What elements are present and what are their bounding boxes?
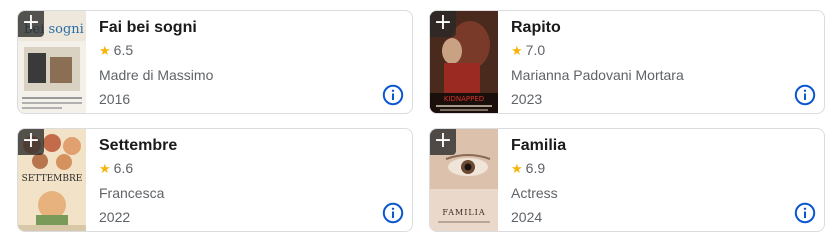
film-rating: ★ 6.5 — [99, 40, 372, 62]
poster-title-text: KIDNAPPED — [444, 95, 484, 103]
film-card[interactable]: FAMILIA + Familia ★ 6.9 Actress 2024 — [429, 128, 825, 232]
star-icon: ★ — [511, 162, 523, 177]
film-card[interactable]: bei sogni + Fai bei sogni ★ 6.5 Madre di … — [17, 10, 413, 114]
add-to-watchlist-button[interactable]: + — [18, 129, 44, 155]
film-role: Francesca — [99, 185, 165, 201]
film-poster[interactable]: FAMILIA + — [430, 129, 498, 231]
filmography-grid: bei sogni + Fai bei sogni ★ 6.5 Madre di … — [0, 0, 840, 240]
film-year: 2023 — [511, 91, 543, 107]
info-icon[interactable] — [382, 202, 404, 224]
film-info: Rapito ★ 7.0 Marianna Padovani Mortara 20… — [511, 17, 784, 109]
film-year: 2024 — [511, 209, 543, 225]
film-role: Marianna Padovani Mortara — [511, 67, 684, 83]
film-card[interactable]: KIDNAPPED + Rapito ★ 7.0 Marianna Padovan… — [429, 10, 825, 114]
poster-title-text: SETTEMBRE — [22, 174, 83, 184]
film-rating: ★ 6.6 — [99, 158, 372, 180]
film-poster[interactable]: SETTEMBRE + — [18, 129, 86, 231]
film-title[interactable]: Familia — [511, 135, 784, 157]
poster-title-text: FAMILIA — [442, 208, 485, 217]
add-to-watchlist-button[interactable]: + — [18, 11, 44, 37]
add-to-watchlist-button[interactable]: + — [430, 129, 456, 155]
film-poster[interactable]: KIDNAPPED + — [430, 11, 498, 113]
film-title[interactable]: Settembre — [99, 135, 372, 157]
film-role: Madre di Massimo — [99, 67, 214, 83]
film-info: Settembre ★ 6.6 Francesca 2022 — [99, 135, 372, 227]
film-rating: ★ 7.0 — [511, 40, 784, 62]
info-icon[interactable] — [794, 202, 816, 224]
add-to-watchlist-button[interactable]: + — [430, 11, 456, 37]
rating-value: 6.6 — [113, 160, 134, 176]
rating-value: 7.0 — [525, 42, 546, 58]
info-icon[interactable] — [794, 84, 816, 106]
film-year: 2022 — [99, 209, 131, 225]
rating-value: 6.5 — [113, 42, 134, 58]
film-poster[interactable]: bei sogni + — [18, 11, 86, 113]
film-info: Familia ★ 6.9 Actress 2024 — [511, 135, 784, 227]
film-role: Actress — [511, 185, 558, 201]
film-year: 2016 — [99, 91, 131, 107]
info-icon[interactable] — [382, 84, 404, 106]
film-title[interactable]: Fai bei sogni — [99, 17, 372, 39]
film-title[interactable]: Rapito — [511, 17, 784, 39]
film-card[interactable]: SETTEMBRE + Settembre ★ 6.6 Francesca 202… — [17, 128, 413, 232]
star-icon: ★ — [511, 44, 523, 59]
film-rating: ★ 6.9 — [511, 158, 784, 180]
star-icon: ★ — [99, 162, 111, 177]
star-icon: ★ — [99, 44, 111, 59]
film-info: Fai bei sogni ★ 6.5 Madre di Massimo 2016 — [99, 17, 372, 109]
rating-value: 6.9 — [525, 160, 546, 176]
